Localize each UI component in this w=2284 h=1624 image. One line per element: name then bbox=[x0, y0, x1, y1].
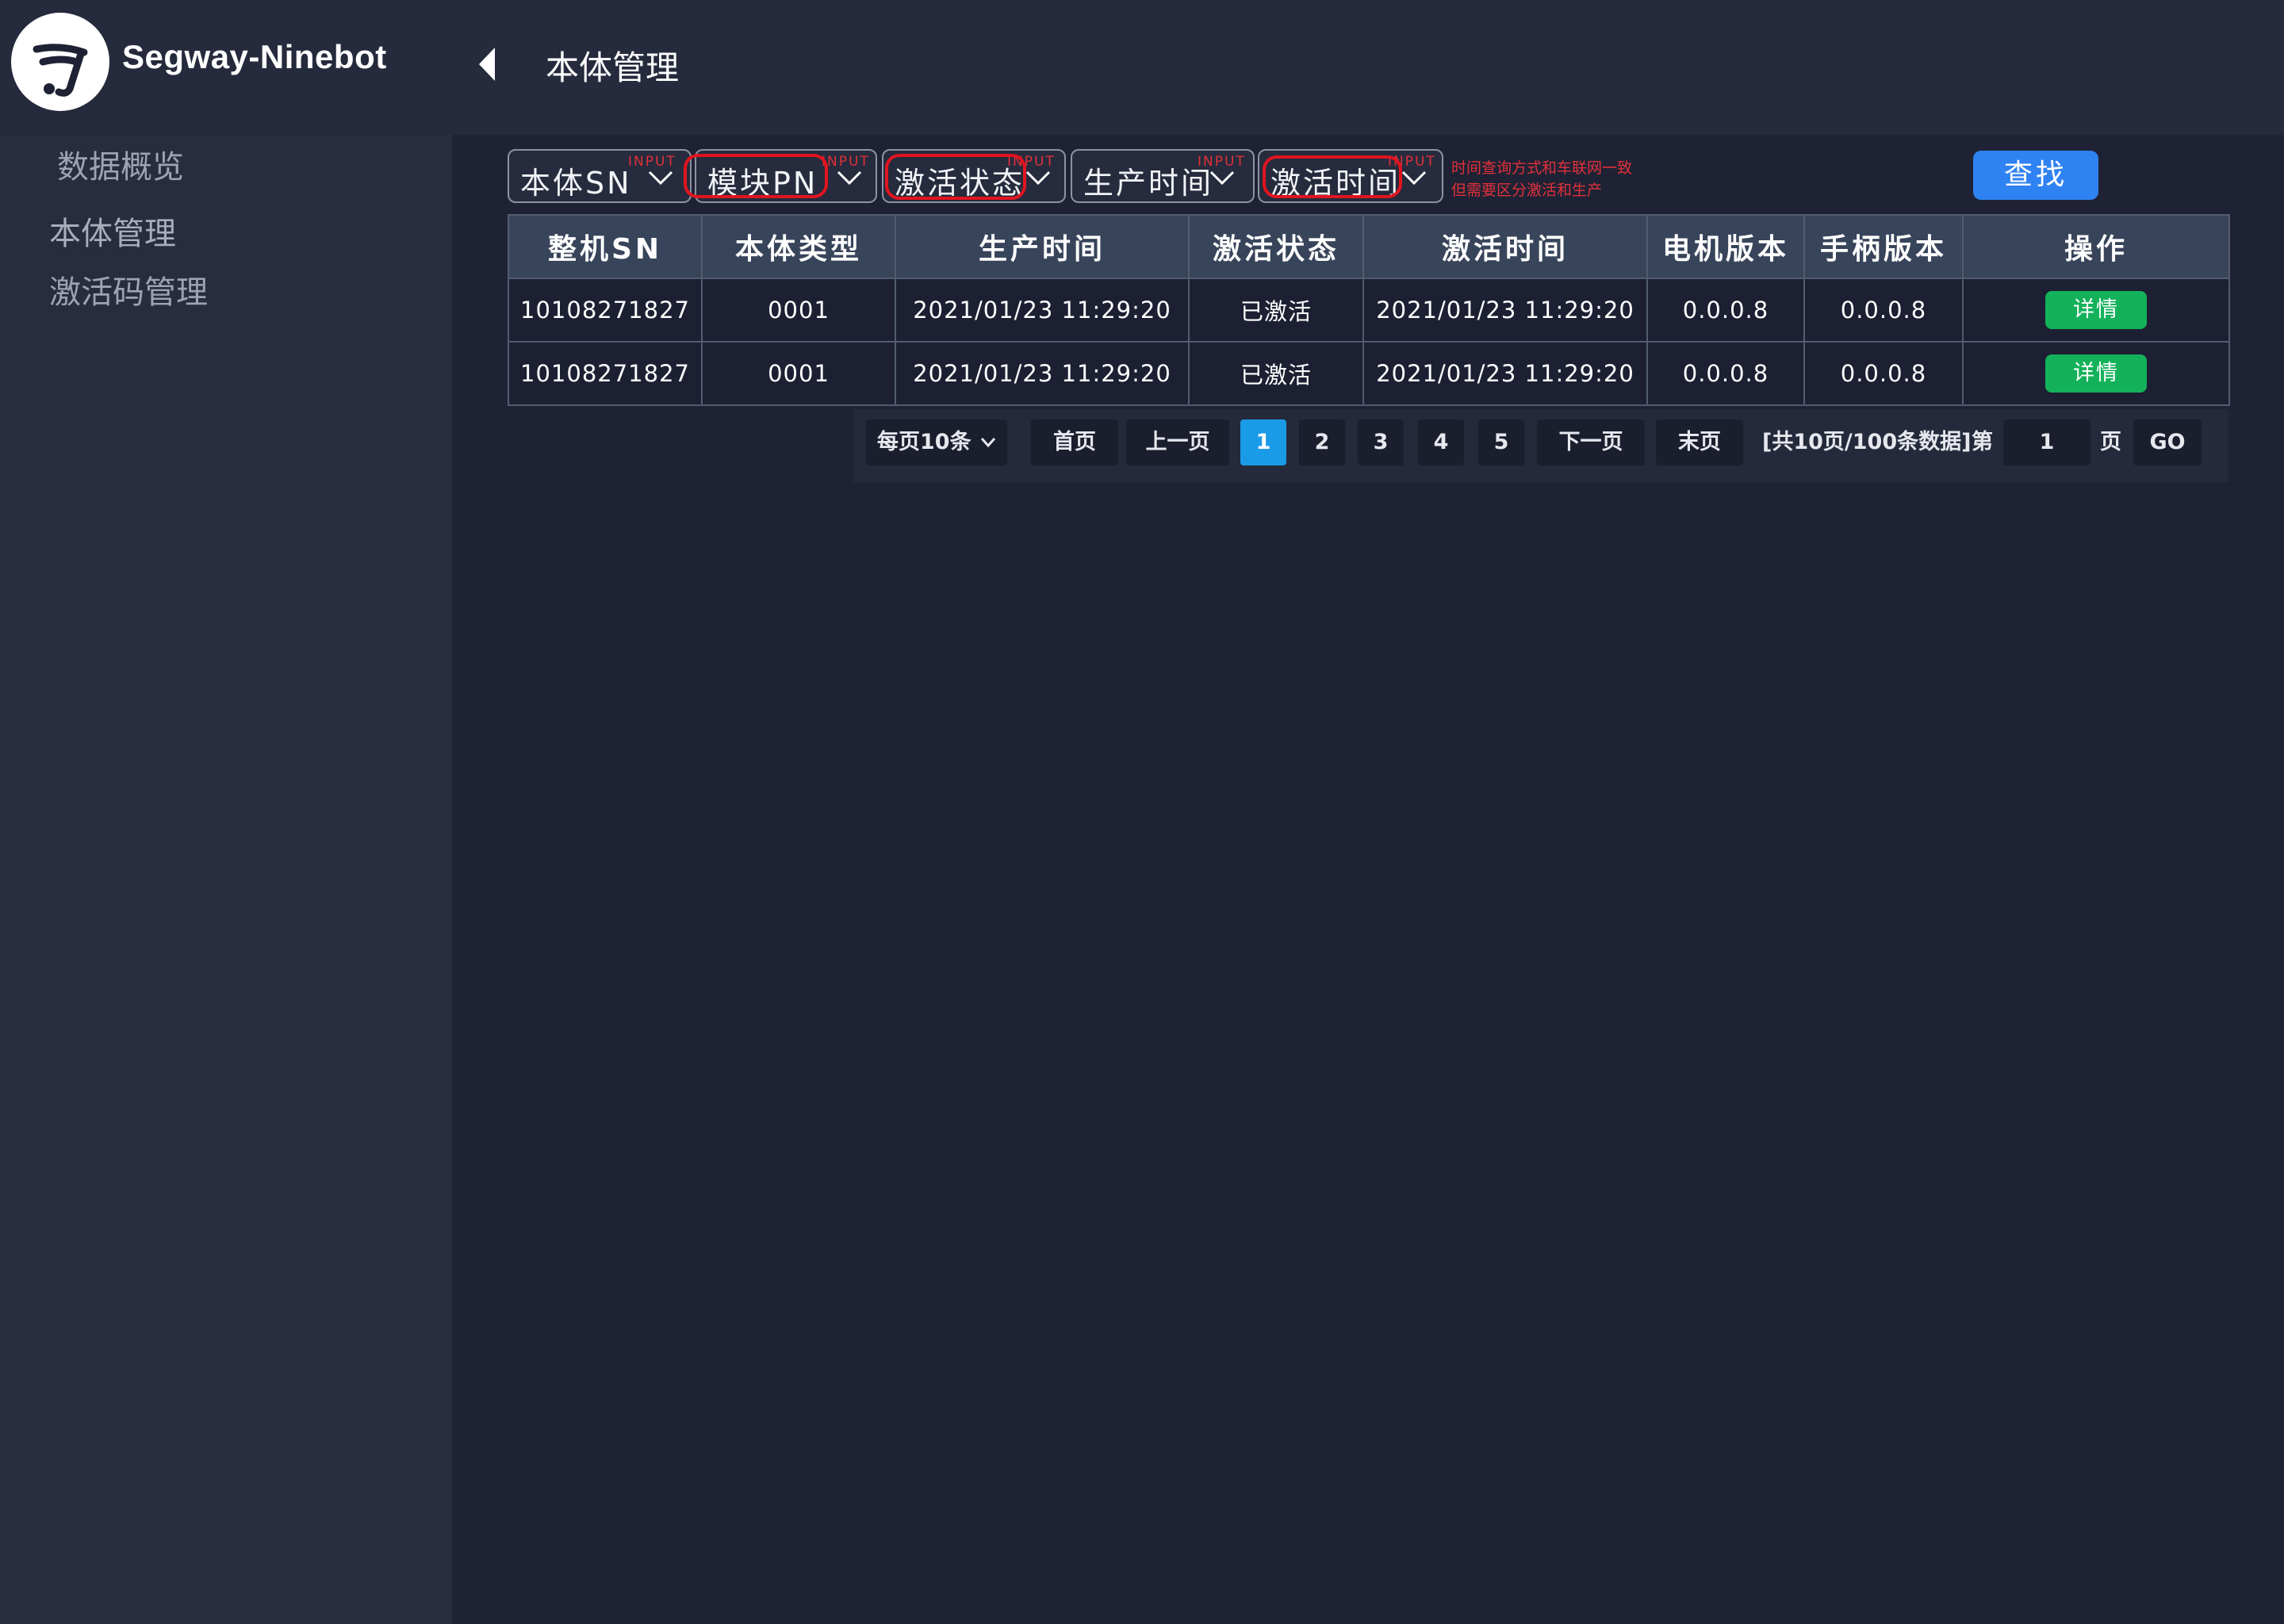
chevron-down-icon bbox=[837, 170, 862, 186]
cell-type: 0001 bbox=[701, 341, 896, 406]
segway-logo-icon bbox=[11, 13, 109, 111]
table-row: 10108271827 0001 2021/01/23 11:29:20 已激活… bbox=[508, 278, 2230, 343]
page-number-2[interactable]: 2 bbox=[1299, 419, 1345, 465]
filter-body-sn[interactable]: 本体SN INPUT bbox=[508, 149, 692, 203]
page-number-5[interactable]: 5 bbox=[1478, 419, 1524, 465]
filter-production-time[interactable]: 生产时间 INPUT bbox=[1071, 149, 1255, 203]
cell-action: 详情 bbox=[1962, 278, 2230, 343]
cell-type: 0001 bbox=[701, 278, 896, 343]
cell-motor-version: 0.0.0.8 bbox=[1646, 341, 1805, 406]
page-number-3[interactable]: 3 bbox=[1358, 419, 1404, 465]
chevron-down-icon bbox=[1025, 170, 1051, 186]
goto-suffix: 页 bbox=[2100, 430, 2121, 454]
column-header-activation-time: 激活时间 bbox=[1362, 214, 1648, 279]
cell-handle-version: 0.0.0.8 bbox=[1803, 341, 1964, 406]
cell-handle-version: 0.0.0.8 bbox=[1803, 278, 1964, 343]
search-button[interactable]: 查找 bbox=[1973, 151, 2098, 200]
detail-button[interactable]: 详情 bbox=[2045, 291, 2147, 329]
sidebar-item-overview[interactable]: 数据概览 bbox=[57, 141, 184, 187]
goto-page-input[interactable]: 1 bbox=[2003, 419, 2090, 465]
cell-production-time: 2021/01/23 11:29:20 bbox=[895, 341, 1190, 406]
device-table: 整机SN 本体类型 生产时间 激活状态 激活时间 电机版本 手柄版本 操作 10… bbox=[508, 214, 2230, 406]
cell-motor-version: 0.0.0.8 bbox=[1646, 278, 1805, 343]
detail-button[interactable]: 详情 bbox=[2045, 354, 2147, 393]
go-button[interactable]: GO bbox=[2133, 419, 2202, 465]
annotation-note: 时间查询方式和车联网一致 但需要区分激活和生产 bbox=[1451, 157, 1632, 201]
prev-page-button[interactable]: 上一页 bbox=[1126, 419, 1229, 465]
collapse-arrow-icon[interactable] bbox=[476, 46, 498, 82]
column-header-action: 操作 bbox=[1962, 214, 2230, 279]
filter-label: 生产时间 bbox=[1083, 166, 1214, 201]
cell-sn: 10108271827 bbox=[508, 278, 703, 343]
cell-production-time: 2021/01/23 11:29:20 bbox=[895, 278, 1190, 343]
first-page-button[interactable]: 首页 bbox=[1031, 419, 1118, 465]
page-size-select[interactable]: 每页10条 bbox=[866, 419, 1007, 465]
chevron-down-icon bbox=[980, 438, 996, 448]
last-page-button[interactable]: 末页 bbox=[1656, 419, 1743, 465]
page-number-4[interactable]: 4 bbox=[1418, 419, 1464, 465]
chevron-down-icon bbox=[1209, 170, 1235, 186]
cell-sn: 10108271827 bbox=[508, 341, 703, 406]
sidebar-item-activation-code[interactable]: 激活码管理 bbox=[49, 266, 208, 312]
chevron-down-icon bbox=[648, 170, 673, 186]
table-header-row: 整机SN 本体类型 生产时间 激活状态 激活时间 电机版本 手柄版本 操作 bbox=[508, 214, 2230, 279]
next-page-button[interactable]: 下一页 bbox=[1537, 419, 1645, 465]
filter-label: 本体SN bbox=[520, 166, 632, 201]
cell-status: 已激活 bbox=[1188, 341, 1364, 406]
page-title: 本体管理 bbox=[546, 48, 680, 87]
page-summary: [共10页/100条数据] bbox=[1762, 430, 1972, 454]
chevron-down-icon bbox=[1401, 170, 1427, 186]
page-number-1[interactable]: 1 bbox=[1240, 419, 1286, 465]
column-header-production-time: 生产时间 bbox=[895, 214, 1190, 279]
filter-tag: INPUT bbox=[822, 154, 870, 170]
column-header-motor-version: 电机版本 bbox=[1646, 214, 1805, 279]
filter-tag: INPUT bbox=[1198, 154, 1246, 170]
cell-action: 详情 bbox=[1962, 341, 2230, 406]
cell-activation-time: 2021/01/23 11:29:20 bbox=[1362, 341, 1648, 406]
column-header-handle-version: 手柄版本 bbox=[1803, 214, 1964, 279]
cell-activation-time: 2021/01/23 11:29:20 bbox=[1362, 278, 1648, 343]
sidebar-item-body-management[interactable]: 本体管理 bbox=[49, 208, 176, 254]
page-size-label: 每页10条 bbox=[877, 430, 971, 454]
top-bar: Segway-Ninebot 本体管理 bbox=[0, 0, 2284, 135]
column-header-type: 本体类型 bbox=[701, 214, 896, 279]
table-row: 10108271827 0001 2021/01/23 11:29:20 已激活… bbox=[508, 341, 2230, 406]
filter-tag: INPUT bbox=[628, 154, 676, 170]
annotation-note-line: 但需要区分激活和生产 bbox=[1451, 182, 1603, 199]
annotation-note-line: 时间查询方式和车联网一致 bbox=[1451, 159, 1633, 177]
annotation-ring-module-pn bbox=[684, 154, 828, 198]
column-header-status: 激活状态 bbox=[1188, 214, 1364, 279]
cell-status: 已激活 bbox=[1188, 278, 1364, 343]
brand-name: Segway-Ninebot bbox=[122, 38, 387, 75]
goto-prefix: 第 bbox=[1972, 430, 1993, 454]
annotation-ring-activation-time bbox=[1263, 155, 1402, 198]
pagination: 每页10条 首页 上一页 1 2 3 4 5 下一页 末页 [共10页/100条… bbox=[853, 409, 2228, 482]
sidebar: 数据概览 本体管理 激活码管理 bbox=[0, 135, 452, 1624]
annotation-ring-activation-status bbox=[885, 154, 1026, 200]
column-header-sn: 整机SN bbox=[508, 214, 703, 279]
